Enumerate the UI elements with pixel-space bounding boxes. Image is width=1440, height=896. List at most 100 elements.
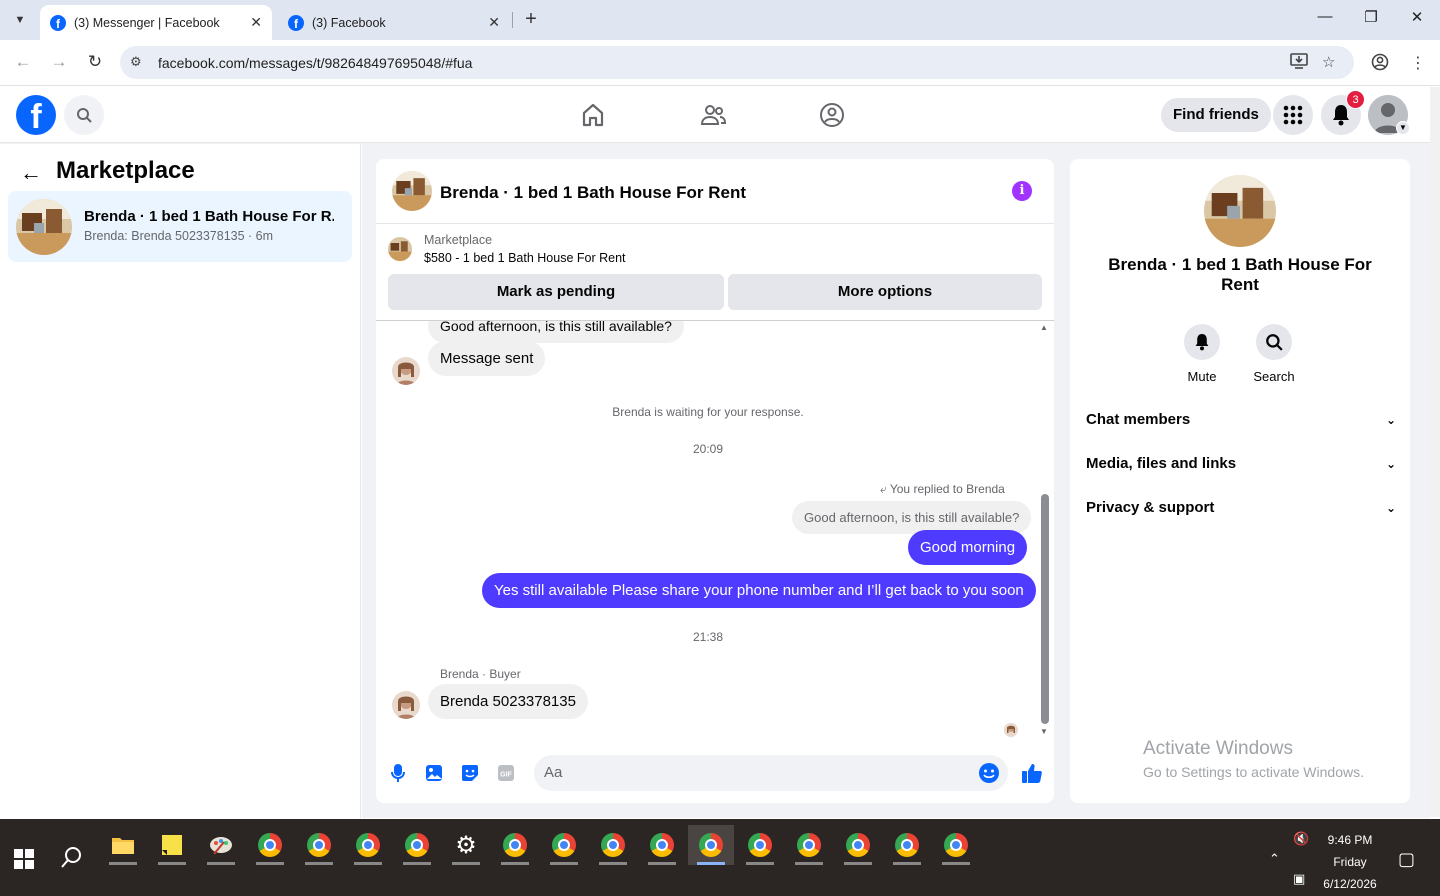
chrome-profile-icon[interactable] <box>639 825 685 865</box>
site-settings-icon[interactable]: ⚙ <box>130 54 142 70</box>
message-bubble-incoming: Message sent <box>428 341 546 376</box>
taskbar-clock[interactable]: 9:46 PM Friday 6/12/2026 <box>1310 829 1390 895</box>
chat-scrollbar-thumb[interactable] <box>1041 494 1049 724</box>
windows-start-icon[interactable] <box>14 849 34 869</box>
more-options-button[interactable]: More options <box>728 274 1042 310</box>
sticker-icon[interactable] <box>460 763 480 783</box>
sender-label: Brenda · Buyer <box>440 667 521 681</box>
details-name: Brenda · 1 bed 1 Bath House For Rent <box>1108 255 1372 294</box>
address-bar[interactable]: ⚙ facebook.com/messages/t/98264849769504… <box>120 46 1354 79</box>
close-window-icon[interactable]: ✕ <box>1402 8 1432 26</box>
groups-icon[interactable] <box>818 101 846 129</box>
paint-icon[interactable] <box>198 825 244 865</box>
search-conversation-button[interactable]: Search <box>1239 324 1309 384</box>
chrome-profile-icon[interactable] <box>296 825 342 865</box>
account-chevron-down-icon[interactable]: ▼ <box>1396 121 1410 135</box>
maximize-icon[interactable]: ❐ <box>1356 8 1386 26</box>
close-tab-icon[interactable]: ✕ <box>488 14 500 31</box>
media-files-links-section[interactable]: Media, files and links ⌄ <box>1086 446 1396 482</box>
profile-icon[interactable] <box>1371 53 1389 76</box>
chrome-profile-icon[interactable] <box>247 825 293 865</box>
chrome-icon[interactable] <box>492 825 538 865</box>
chrome-profile-icon[interactable] <box>345 825 391 865</box>
taskbar-search-icon[interactable] <box>60 845 84 874</box>
emoji-icon[interactable] <box>978 762 1000 789</box>
scroll-up-icon[interactable]: ▲ <box>1040 323 1048 332</box>
facebook-logo-icon[interactable]: f <box>16 95 56 135</box>
privacy-support-section[interactable]: Privacy & support ⌄ <box>1086 490 1396 526</box>
close-tab-icon[interactable]: ✕ <box>250 14 262 31</box>
seen-receipt-avatar <box>1004 723 1018 737</box>
app-running-indicator <box>109 862 137 865</box>
reply-arrow-icon: ⤶ <box>880 482 887 496</box>
system-tray-chevron-icon[interactable]: ⌃ <box>1269 851 1280 867</box>
conversation-list-panel: ← Marketplace Brenda · 1 bed 1 Bath Hous… <box>0 144 361 818</box>
browser-menu-icon[interactable]: ⋮ <box>1410 53 1426 73</box>
forward-arrow-icon[interactable]: → <box>47 52 71 72</box>
chrome-profile-icon[interactable] <box>737 825 783 865</box>
chat-title[interactable]: Brenda · 1 bed 1 Bath House For Rent <box>440 183 746 203</box>
activate-windows-watermark: Activate Windows Go to Settings to activ… <box>1143 738 1364 780</box>
notification-center-icon[interactable]: ▢ <box>1398 849 1415 870</box>
friends-icon[interactable] <box>699 101 727 129</box>
mark-as-pending-button[interactable]: Mark as pending <box>388 274 724 310</box>
thumbs-up-icon[interactable] <box>1020 763 1044 783</box>
chrome-profile-icon[interactable] <box>590 825 636 865</box>
sender-avatar[interactable] <box>392 691 420 719</box>
browser-tab-bar: ▼ f (3) Messenger | Facebook ✕ f (3) Fac… <box>0 0 1440 40</box>
timestamp: 20:09 <box>692 442 724 456</box>
chat-avatar[interactable] <box>392 171 432 211</box>
url-text[interactable]: facebook.com/messages/t/982648497695048/… <box>158 55 472 71</box>
search-icon[interactable] <box>64 95 104 135</box>
message-bubble-outgoing: Good morning <box>908 530 1028 565</box>
chrome-profile-icon[interactable] <box>933 825 979 865</box>
back-arrow-icon[interactable]: ← <box>20 160 42 186</box>
facebook-favicon-icon: f <box>50 14 66 31</box>
conversation-item[interactable]: Brenda · 1 bed 1 Bath House For R... Bre… <box>8 191 352 262</box>
message-input[interactable]: Aa <box>534 755 1008 791</box>
chrome-profile-icon[interactable] <box>394 825 440 865</box>
sender-avatar[interactable] <box>392 357 420 385</box>
scroll-down-icon[interactable]: ▼ <box>1040 727 1048 736</box>
conversation-snippet: Brenda: Brenda 5023378135 · 6m <box>84 229 274 243</box>
chrome-profile-icon[interactable] <box>541 825 587 865</box>
mute-button[interactable]: Mute <box>1167 324 1237 384</box>
photo-icon[interactable] <box>424 763 444 783</box>
microphone-icon[interactable] <box>388 763 408 783</box>
chrome-profile-icon[interactable] <box>786 825 832 865</box>
info-icon[interactable]: i <box>1012 181 1032 201</box>
replied-to-label: ⤶ You replied to Brenda <box>880 482 1005 496</box>
tab-messenger[interactable]: f (3) Messenger | Facebook ✕ <box>40 5 272 40</box>
app-active-indicator <box>697 862 725 865</box>
gif-icon[interactable]: GIF <box>496 763 516 783</box>
sticky-notes-icon[interactable] <box>149 825 195 865</box>
windows-taskbar: ⚙ 🔇 ⌃ ▣ 9:46 PM Friday 6/12/2026 ▢ <box>0 819 1440 896</box>
listing-description[interactable]: $580 - 1 bed 1 Bath House For Rent <box>424 251 626 265</box>
menu-grid-icon[interactable] <box>1273 95 1313 135</box>
chrome-profile-icon[interactable] <box>884 825 930 865</box>
network-icon[interactable]: ▣ <box>1293 871 1305 887</box>
facebook-header: f Find friends 3 ▼ <box>0 87 1430 143</box>
message-bubble-incoming: Good afternoon, is this still available? <box>428 321 684 343</box>
chat-header: Brenda · 1 bed 1 Bath House For Rent i <box>376 159 1054 224</box>
svg-text:GIF: GIF <box>500 772 512 779</box>
minimize-icon[interactable]: — <box>1310 8 1340 25</box>
tab-facebook[interactable]: f (3) Facebook ✕ <box>278 5 510 40</box>
volume-muted-icon[interactable]: 🔇 <box>1293 831 1309 847</box>
details-avatar[interactable] <box>1204 175 1276 247</box>
file-explorer-icon[interactable] <box>100 825 146 865</box>
chrome-profile-active-icon[interactable] <box>688 825 734 865</box>
reload-icon[interactable]: ↻ <box>83 52 107 72</box>
install-app-icon[interactable] <box>1290 53 1308 73</box>
chat-members-section[interactable]: Chat members ⌄ <box>1086 402 1396 438</box>
new-tab-plus-icon[interactable]: + <box>520 8 542 31</box>
settings-gear-icon[interactable]: ⚙ <box>443 825 489 865</box>
page-scrollbar[interactable] <box>1430 87 1440 817</box>
home-icon[interactable] <box>579 101 607 129</box>
tab-search-dropdown-icon[interactable]: ▼ <box>8 8 32 32</box>
bookmark-star-icon[interactable]: ☆ <box>1322 53 1335 71</box>
conversation-details-panel: Brenda · 1 bed 1 Bath House For Rent Mut… <box>1070 159 1410 803</box>
chrome-profile-icon[interactable] <box>835 825 881 865</box>
back-arrow-icon[interactable]: ← <box>11 52 35 72</box>
find-friends-button[interactable]: Find friends <box>1161 98 1271 132</box>
